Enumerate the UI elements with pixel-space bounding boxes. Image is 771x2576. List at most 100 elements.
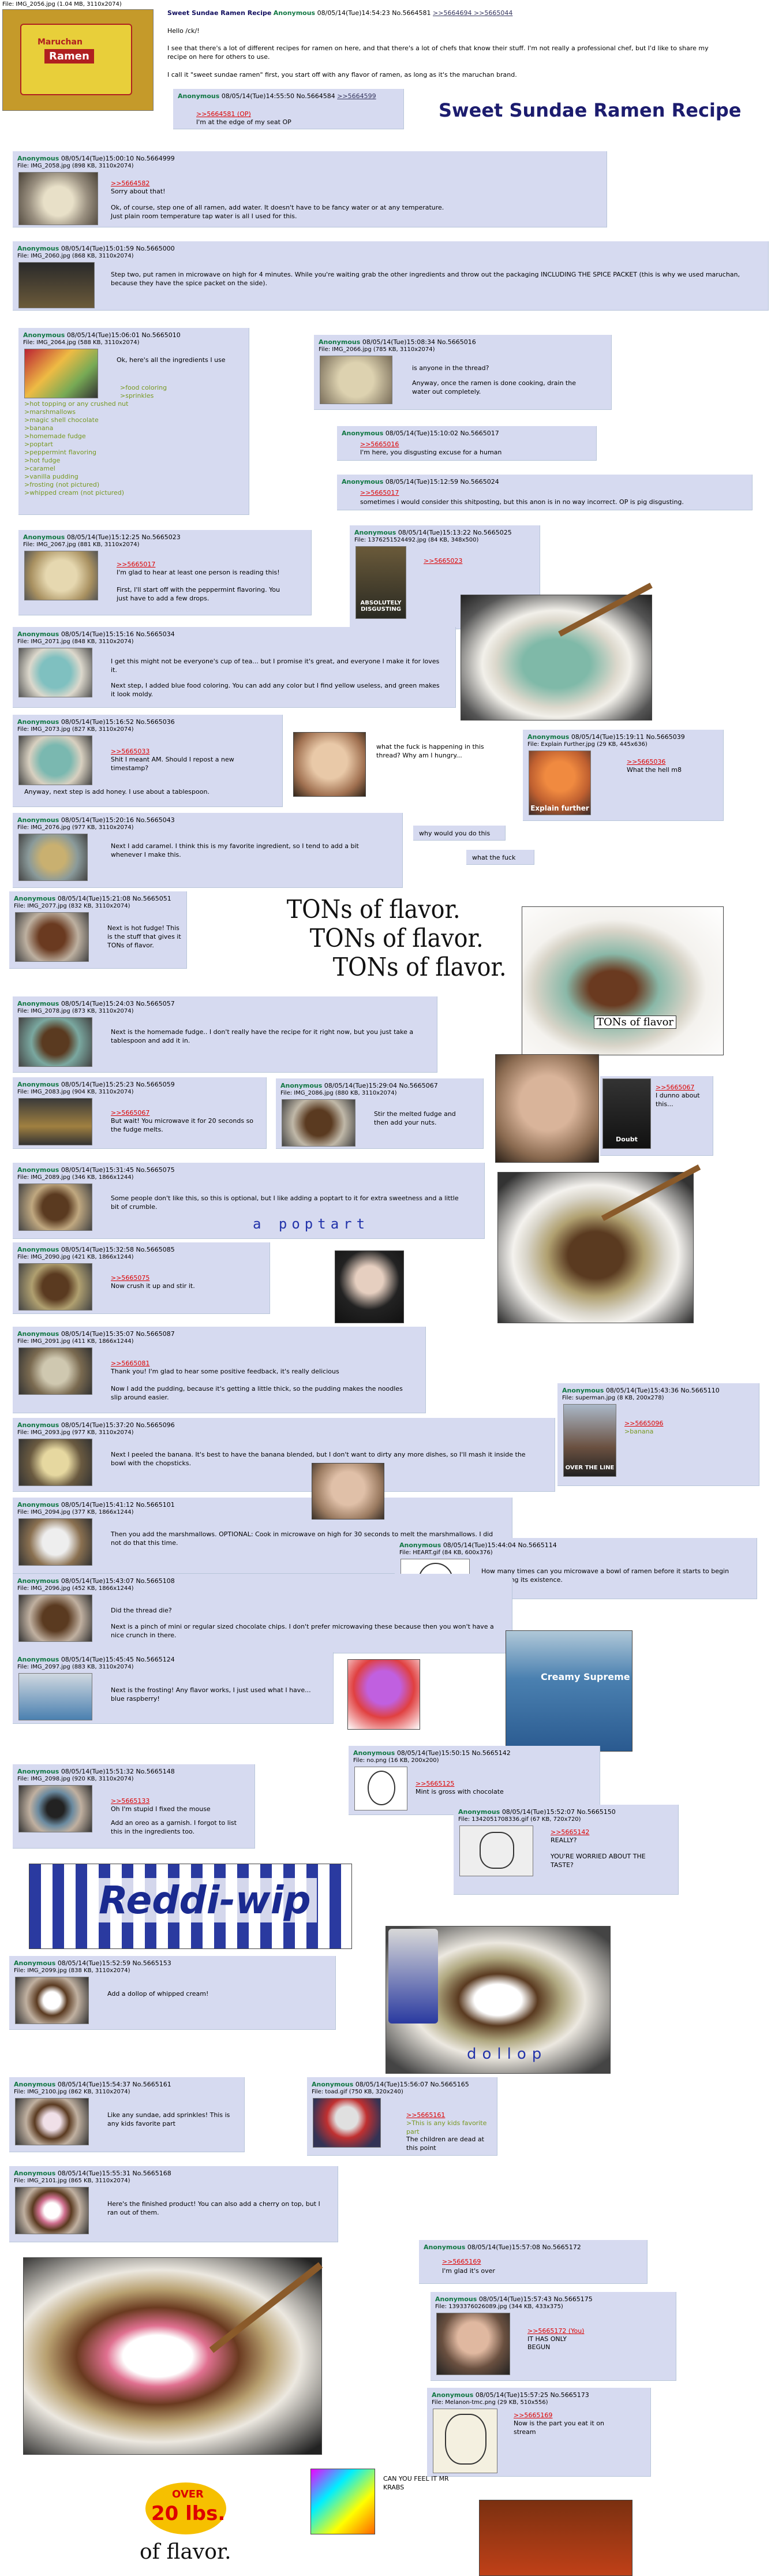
post-meta[interactable]: 08/05/14(Tue)15:37:20 No.5665096 [61,1421,175,1429]
over-20-lbs-image[interactable]: OVER 20 lbs. of flavor. [122,2482,255,2575]
bald-man-image[interactable] [312,1463,384,1520]
post-meta[interactable]: 08/05/14(Tue)15:25:23 No.5665059 [61,1081,175,1088]
post-file-info[interactable]: File: IMG_2078.jpg (873 KB, 3110x2074) [17,1008,134,1014]
post-thumbnail[interactable]: Doubt [602,1078,651,1149]
post-meta[interactable]: 08/05/14(Tue)15:12:59 No.5665024 [385,478,499,486]
reddi-wip-image[interactable]: Reddi-wip [29,1864,352,1949]
post-meta[interactable]: 08/05/14(Tue)15:01:59 No.5665000 [61,245,175,252]
post-file-info[interactable]: File: IMG_2096.jpg (452 KB, 1866x1244) [17,1585,134,1592]
post-file-info[interactable]: File: 1393376026089.jpg (344 KB, 433x375… [435,2304,563,2310]
post-thumbnail[interactable] [18,648,92,697]
post-file-info[interactable]: File: superman.jpg (8 KB, 200x278) [562,1395,664,1401]
post-file-info[interactable]: File: IMG_2073.jpg (827 KB, 3110x2074) [17,726,134,733]
food-photo[interactable] [479,2500,632,2576]
post-meta[interactable]: 08/05/14(Tue)15:54:37 No.5665161 [58,2081,171,2088]
post-file-info[interactable]: File: IMG_2086.jpg (880 KB, 3110x2074) [280,1090,397,1096]
post-meta[interactable]: 08/05/14(Tue)15:51:32 No.5665148 [61,1768,175,1775]
quote-link[interactable]: >>5665169 [514,2411,552,2420]
post-file-info[interactable]: File: 1342051708336.gif (67 KB, 720x720) [458,1816,581,1823]
post-thumbnail[interactable] [18,262,95,308]
post-meta[interactable]: 08/05/14(Tue)15:19:11 No.5665039 [571,733,685,741]
op-meta[interactable]: 08/05/14(Tue)14:54:23 No.5664581 [317,9,431,17]
post-meta[interactable]: 08/05/14(Tue)15:45:45 No.5665124 [61,1656,175,1663]
post-thumbnail[interactable] [15,2187,89,2234]
post-file-info[interactable]: File: IMG_2091.jpg (411 KB, 1866x1244) [17,1338,134,1345]
post-thumbnail[interactable] [24,349,98,398]
post-thumbnail[interactable] [18,1347,92,1395]
post-file-info[interactable]: File: IMG_2089.jpg (346 KB, 1866x1244) [17,1174,134,1181]
post-file-info[interactable]: File: IMG_2094.jpg (377 KB, 1866x1244) [17,1509,134,1515]
post-file-info[interactable]: File: IMG_2101.jpg (865 KB, 3110x2074) [14,2178,130,2184]
post-file-info[interactable]: File: IMG_2093.jpg (977 KB, 3110x2074) [17,1429,134,1436]
post-thumbnail[interactable] [15,912,89,962]
post-meta[interactable]: 08/05/14(Tue)15:10:02 No.5665017 [385,430,499,437]
post-meta[interactable]: 08/05/14(Tue)14:55:50 No.5664584 [222,92,335,100]
post-meta[interactable]: 08/05/14(Tue)15:57:25 No.5665173 [476,2391,589,2399]
post-meta[interactable]: 08/05/14(Tue)15:24:03 No.5665057 [61,1000,175,1007]
post-thumbnail[interactable]: Explain further [529,751,591,815]
quote-link[interactable]: >>5665133 [111,1797,149,1805]
post-meta[interactable]: 08/05/14(Tue)15:56:07 No.5665165 [355,2081,469,2088]
post-file-info[interactable]: File: IMG_2083.jpg (904 KB, 3110x2074) [17,1089,134,1095]
post-file-info[interactable]: File: IMG_2097.jpg (883 KB, 3110x2074) [17,1664,134,1670]
cartoon-character-image[interactable] [347,1659,420,1730]
op-backlinks[interactable]: >>5664694 >>5665044 [433,9,512,17]
post-file-info[interactable]: File: 1376251524492.jpg (84 KB, 348x500) [354,537,478,543]
post-thumbnail[interactable] [18,1595,92,1642]
quote-link[interactable]: >>5665033 [111,747,149,756]
post-meta[interactable]: 08/05/14(Tue)15:52:59 No.5665153 [58,1959,171,1967]
post-thumbnail[interactable] [354,1767,407,1810]
post-file-info[interactable]: File: IMG_2076.jpg (977 KB, 3110x2074) [17,824,134,831]
post-thumbnail[interactable] [15,2098,89,2145]
quote-link[interactable]: >>5665142 [551,1828,589,1836]
post-meta[interactable]: 08/05/14(Tue)15:43:36 No.5665110 [606,1387,720,1394]
post-file-info[interactable]: File: Explain Further.jpg (29 KB, 445x63… [527,741,648,748]
post-meta[interactable]: 08/05/14(Tue)15:50:15 No.5665142 [397,1749,511,1757]
worried-face-image[interactable] [495,1054,599,1163]
post-thumbnail[interactable] [320,356,392,404]
post-file-info[interactable]: File: IMG_2071.jpg (848 KB, 3110x2074) [17,639,134,645]
quote-link[interactable]: >>5664582 [111,179,149,188]
post-thumbnail[interactable]: ABSOLUTELY DISGUSTING [355,546,406,619]
post-meta[interactable]: 08/05/14(Tue)15:43:07 No.5665108 [61,1577,175,1585]
disgusted-character-image[interactable] [335,1250,404,1323]
post-thumbnail[interactable] [436,2313,510,2375]
post-thumbnail[interactable] [18,1518,92,1566]
post-meta[interactable]: 08/05/14(Tue)15:52:07 No.5665150 [502,1808,616,1816]
post-meta[interactable]: 08/05/14(Tue)15:21:08 No.5665051 [58,895,171,902]
post-meta[interactable]: 08/05/14(Tue)15:55:31 No.5665168 [58,2170,171,2177]
whipped-cream-bowl-photo[interactable]: dollop [385,1926,611,2074]
post-thumbnail[interactable]: OVER THE LINE [563,1404,616,1477]
quote-link[interactable]: >>5665169 [442,2257,481,2266]
post-file-info[interactable]: File: IMG_2064.jpg (588 KB, 3110x2074) [23,339,140,346]
post-meta[interactable]: 08/05/14(Tue)15:29:04 No.5665067 [324,1082,438,1089]
post-file-info[interactable]: File: IMG_2066.jpg (785 KB, 3110x2074) [319,346,435,353]
post-file-info[interactable]: File: toad.gif (750 KB, 320x240) [312,2089,403,2095]
post-meta[interactable]: 08/05/14(Tue)15:57:43 No.5665175 [479,2295,593,2303]
post-meta[interactable]: 08/05/14(Tue)15:12:25 No.5665023 [67,533,181,541]
quote-link[interactable]: >>5665096 [624,1419,663,1428]
post-file-info[interactable]: File: IMG_2100.jpg (862 KB, 3110x2074) [14,2089,130,2095]
post-thumbnail[interactable] [24,551,98,600]
post-thumbnail[interactable] [18,1263,92,1311]
post-meta[interactable]: 08/05/14(Tue)15:20:16 No.5665043 [61,816,175,824]
bowl-photo[interactable] [461,583,653,720]
post-meta[interactable]: 08/05/14(Tue)15:31:45 No.5665075 [61,1166,175,1174]
rainbow-gradient-image[interactable] [310,2469,375,2534]
post-thumbnail[interactable] [18,1184,92,1231]
post-thumbnail[interactable] [433,2409,497,2473]
post-meta[interactable]: 08/05/14(Tue)15:32:58 No.5665085 [61,1246,175,1253]
post-meta[interactable]: 08/05/14(Tue)15:44:04 No.5665114 [443,1541,557,1549]
post-thumbnail[interactable] [18,1098,92,1145]
post-thumbnail[interactable] [18,736,92,785]
post-thumbnail[interactable] [18,834,88,881]
post-file-info[interactable]: File: IMG_2077.jpg (832 KB, 3110x2074) [14,903,130,909]
post-meta[interactable]: 08/05/14(Tue)15:41:12 No.5665101 [61,1501,175,1509]
quote-link[interactable]: >>5665081 [111,1359,149,1368]
post-thumbnail[interactable] [18,1785,92,1832]
frosting-can-image[interactable]: Creamy Supreme [506,1630,632,1752]
post-file-info[interactable]: File: IMG_2098.jpg (920 KB, 3110x2074) [17,1776,134,1782]
post-meta[interactable]: 08/05/14(Tue)15:06:01 No.5665010 [67,331,181,339]
quote-link[interactable]: >>5665172 (You) [527,2327,584,2335]
quote-link[interactable]: >>5664581 (OP) [196,110,251,118]
